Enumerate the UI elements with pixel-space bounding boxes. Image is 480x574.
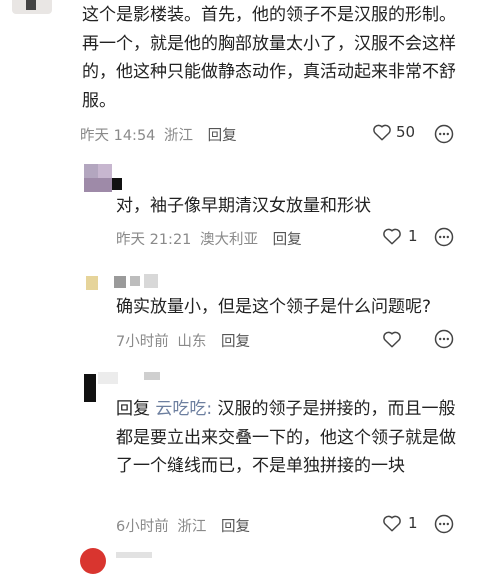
reply-prefix: 回复 — [116, 399, 150, 419]
comment-4-location: 浙江 — [177, 519, 207, 535]
comment-4-time: 6小时前 — [116, 519, 169, 535]
avatar-comment-2[interactable] — [84, 164, 128, 194]
comment-4-text: 回复 云吃吃: 汉服的领子是拼接的，而且一般都是要立出来交叠一下的，他这个领子就… — [116, 395, 456, 481]
comment-4-like-count: 1 — [408, 514, 418, 532]
comment-2-time: 昨天 21:21 — [116, 232, 192, 248]
comment-3-reply-button[interactable]: 回复 — [221, 334, 250, 350]
comment-4-reply-button[interactable]: 回复 — [221, 519, 250, 535]
comment-2-text: 对，袖子像早期清汉女放量和形状 — [116, 196, 371, 216]
heart-icon — [382, 330, 402, 348]
comment-1-like-button[interactable]: 50 — [372, 123, 415, 141]
heart-icon — [382, 514, 402, 532]
more-dots-icon[interactable] — [434, 329, 454, 349]
more-dots-icon[interactable] — [434, 514, 454, 534]
comment-4-meta: 6小时前 浙江 回复 — [116, 515, 250, 536]
more-dots-icon[interactable] — [434, 227, 454, 247]
heart-icon — [382, 227, 402, 245]
comment-3-text: 确实放量小，但是这个领子是什么问题呢? — [116, 297, 432, 317]
comment-1-text: 这个是影楼装。首先，他的领子不是汉服的形制。再一个，就是他的胸部放量太小了，汉服… — [82, 5, 456, 111]
comment-1-like-count: 50 — [396, 123, 416, 141]
comment-2-meta: 昨天 21:21 澳大利亚 回复 — [116, 228, 302, 249]
reply-to-username[interactable]: 云吃吃: — [155, 399, 212, 419]
heart-icon — [372, 123, 392, 141]
comment-3-like-button[interactable] — [382, 330, 402, 348]
comment-1-time: 昨天 14:54 — [80, 128, 156, 144]
comment-2-reply-button[interactable]: 回复 — [273, 232, 302, 248]
comment-2-like-button[interactable]: 1 — [382, 227, 418, 245]
avatar-comment-1[interactable] — [12, 0, 52, 14]
avatar-comment-3[interactable] — [86, 274, 162, 292]
comment-3-meta: 7小时前 山东 回复 — [116, 330, 250, 351]
comment-3-location: 山东 — [177, 334, 207, 350]
comment-1-meta: 昨天 14:54 浙江 回复 — [80, 124, 237, 145]
comment-2-location: 澳大利亚 — [200, 232, 259, 248]
comment-4-like-button[interactable]: 1 — [382, 514, 418, 532]
comment-3-time: 7小时前 — [116, 334, 169, 350]
comment-2-like-count: 1 — [408, 227, 418, 245]
more-dots-icon[interactable] — [434, 124, 454, 144]
next-comment-username — [116, 552, 152, 558]
comment-1-location: 浙江 — [164, 128, 194, 144]
avatar-next-comment[interactable] — [80, 548, 106, 574]
comment-1-reply-button[interactable]: 回复 — [208, 128, 237, 144]
